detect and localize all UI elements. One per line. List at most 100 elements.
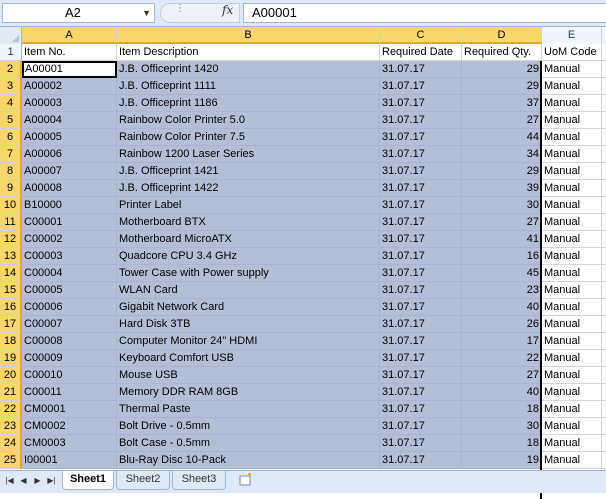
table-cell[interactable]: 19 <box>462 452 542 469</box>
table-cell[interactable]: A00005 <box>22 129 117 146</box>
table-cell[interactable]: Manual <box>542 95 602 112</box>
table-cell[interactable]: 26 <box>462 316 542 333</box>
table-cell[interactable]: C00002 <box>22 231 117 248</box>
table-cell[interactable]: 18 <box>462 435 542 452</box>
first-sheet-icon[interactable]: |◀ <box>4 474 15 488</box>
column-header-a[interactable]: A <box>22 27 117 44</box>
table-cell[interactable]: 31.07.17 <box>380 214 462 231</box>
table-cell[interactable]: J.B. Officeprint 1422 <box>117 180 380 197</box>
table-cell[interactable]: 27 <box>462 367 542 384</box>
table-cell[interactable]: Manual <box>542 146 602 163</box>
table-cell[interactable]: Mouse USB <box>117 367 380 384</box>
table-cell[interactable]: Manual <box>542 61 602 78</box>
table-cell[interactable]: 31.07.17 <box>380 129 462 146</box>
table-cell[interactable]: 31.07.17 <box>380 316 462 333</box>
table-cell[interactable]: 31.07.17 <box>380 112 462 129</box>
row-header[interactable]: 18 <box>0 333 22 350</box>
table-cell[interactable] <box>602 214 606 231</box>
table-cell[interactable]: 22 <box>462 350 542 367</box>
table-cell[interactable] <box>602 180 606 197</box>
table-cell[interactable]: 31.07.17 <box>380 367 462 384</box>
table-cell[interactable]: Gigabit Network Card <box>117 299 380 316</box>
table-cell[interactable] <box>602 384 606 401</box>
row-header[interactable]: 11 <box>0 214 22 231</box>
header-cell[interactable]: Item No. <box>22 44 117 61</box>
table-cell[interactable]: 31.07.17 <box>380 418 462 435</box>
table-cell[interactable] <box>602 112 606 129</box>
row-header[interactable]: 8 <box>0 163 22 180</box>
table-cell[interactable]: 17 <box>462 333 542 350</box>
column-header-b[interactable]: B <box>117 27 380 44</box>
table-cell[interactable]: C00005 <box>22 282 117 299</box>
table-cell[interactable]: 31.07.17 <box>380 435 462 452</box>
table-cell[interactable]: Manual <box>542 299 602 316</box>
table-cell[interactable]: 31.07.17 <box>380 95 462 112</box>
table-cell[interactable]: 29 <box>462 78 542 95</box>
column-header-e[interactable]: E <box>542 27 602 44</box>
tab-sheet1[interactable]: Sheet1 <box>62 471 114 490</box>
table-cell[interactable]: 23 <box>462 282 542 299</box>
table-cell[interactable]: Printer Label <box>117 197 380 214</box>
table-cell[interactable] <box>602 146 606 163</box>
table-cell[interactable]: 31.07.17 <box>380 350 462 367</box>
table-cell[interactable]: J.B. Officeprint 1186 <box>117 95 380 112</box>
table-cell[interactable]: Manual <box>542 452 602 469</box>
table-cell[interactable]: Thermal Paste <box>117 401 380 418</box>
table-cell[interactable] <box>602 282 606 299</box>
insert-sheet-icon[interactable] <box>238 473 254 487</box>
header-cell[interactable]: Required Date <box>380 44 462 61</box>
table-cell[interactable]: C00007 <box>22 316 117 333</box>
last-sheet-icon[interactable]: ▶| <box>46 474 57 488</box>
table-cell[interactable]: J.B. Officeprint 1111 <box>117 78 380 95</box>
table-cell[interactable]: Manual <box>542 248 602 265</box>
table-cell[interactable]: CM0001 <box>22 401 117 418</box>
table-cell[interactable]: 40 <box>462 384 542 401</box>
table-cell[interactable]: 31.07.17 <box>380 146 462 163</box>
table-cell[interactable]: Manual <box>542 78 602 95</box>
row-header[interactable]: 21 <box>0 384 22 401</box>
row-header[interactable]: 10 <box>0 197 22 214</box>
table-cell[interactable] <box>602 248 606 265</box>
table-cell[interactable]: 39 <box>462 180 542 197</box>
table-cell[interactable]: C00011 <box>22 384 117 401</box>
chevron-down-icon[interactable]: ▼ <box>142 4 151 22</box>
row-header[interactable]: 12 <box>0 231 22 248</box>
table-cell[interactable]: Manual <box>542 180 602 197</box>
table-cell[interactable]: 30 <box>462 418 542 435</box>
table-cell[interactable]: 31.07.17 <box>380 265 462 282</box>
row-header[interactable]: 1 <box>0 44 22 61</box>
table-cell[interactable]: C00009 <box>22 350 117 367</box>
row-header[interactable]: 24 <box>0 435 22 452</box>
table-cell[interactable]: 45 <box>462 265 542 282</box>
table-cell[interactable] <box>602 78 606 95</box>
table-cell[interactable] <box>602 350 606 367</box>
table-cell[interactable]: Manual <box>542 316 602 333</box>
table-cell[interactable]: Blu-Ray Disc 10-Pack <box>117 452 380 469</box>
table-cell[interactable] <box>602 401 606 418</box>
table-cell[interactable]: Manual <box>542 401 602 418</box>
table-cell[interactable]: 27 <box>462 214 542 231</box>
table-cell[interactable]: Manual <box>542 112 602 129</box>
row-header[interactable]: 14 <box>0 265 22 282</box>
table-cell[interactable]: 31.07.17 <box>380 61 462 78</box>
row-header[interactable]: 19 <box>0 350 22 367</box>
table-cell[interactable]: Manual <box>542 333 602 350</box>
table-cell[interactable]: Tower Case with Power supply <box>117 265 380 282</box>
table-cell[interactable]: C00008 <box>22 333 117 350</box>
row-header[interactable]: 7 <box>0 146 22 163</box>
column-header-d[interactable]: D <box>462 27 542 44</box>
table-cell[interactable]: 30 <box>462 197 542 214</box>
prev-sheet-icon[interactable]: ◀ <box>18 474 29 488</box>
table-cell[interactable]: 34 <box>462 146 542 163</box>
table-cell[interactable]: A00001 <box>22 61 117 78</box>
table-cell[interactable]: 31.07.17 <box>380 231 462 248</box>
table-cell[interactable]: 41 <box>462 231 542 248</box>
table-cell[interactable] <box>602 452 606 469</box>
table-cell[interactable] <box>602 418 606 435</box>
table-cell[interactable]: Manual <box>542 367 602 384</box>
row-header[interactable]: 15 <box>0 282 22 299</box>
row-header[interactable]: 16 <box>0 299 22 316</box>
table-cell[interactable]: 31.07.17 <box>380 299 462 316</box>
table-cell[interactable] <box>602 265 606 282</box>
table-cell[interactable]: C00006 <box>22 299 117 316</box>
